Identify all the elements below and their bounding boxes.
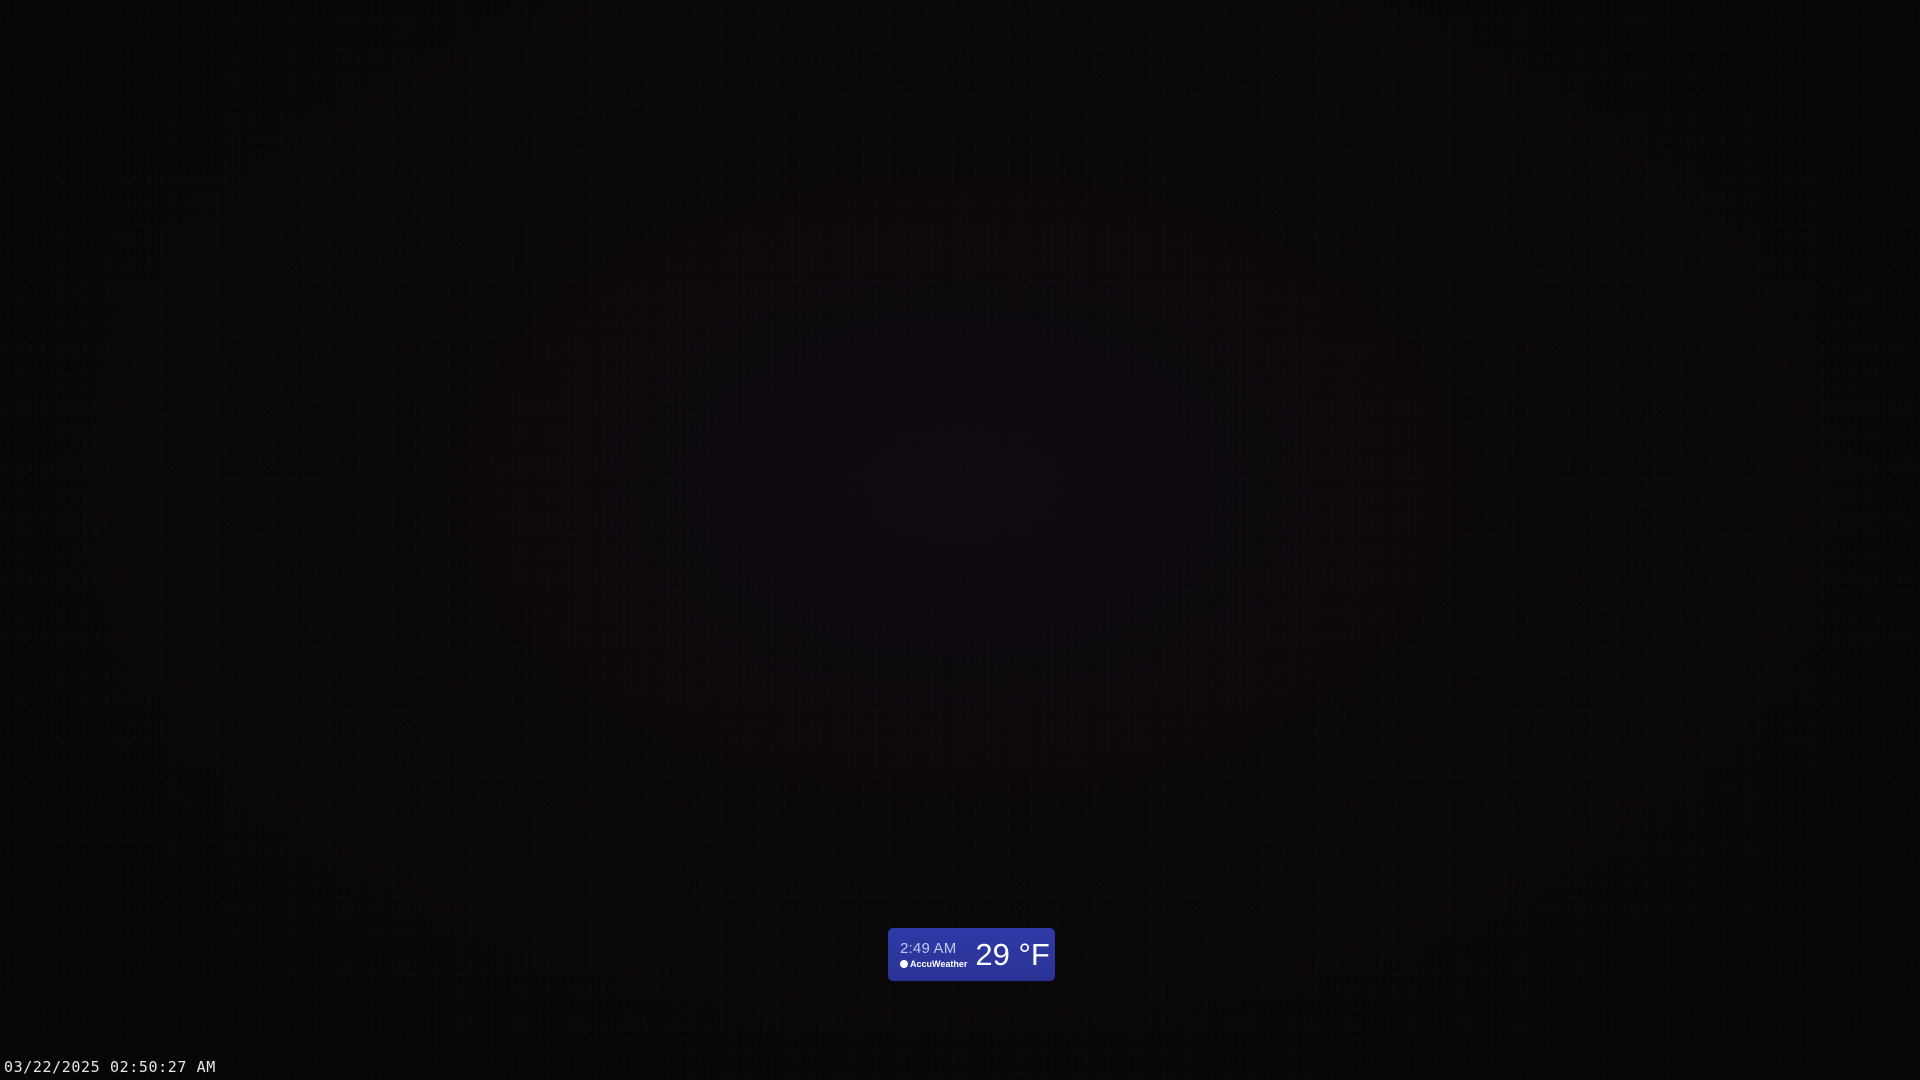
weather-widget[interactable]: 2:49 AM AccuWeather 29 °F (888, 928, 1055, 981)
brand-name: AccuWeather (910, 959, 968, 969)
weather-temperature: 29 °F (975, 936, 1050, 972)
weather-info: 2:49 AM AccuWeather (900, 940, 967, 969)
weather-time: 2:49 AM (900, 940, 957, 957)
brand-row: AccuWeather (900, 959, 967, 969)
accuweather-sun-icon (900, 960, 908, 968)
camera-timestamp: 03/22/2025 02:50:27 AM (4, 1058, 216, 1076)
feed-noise-overlay (0, 0, 1920, 1080)
